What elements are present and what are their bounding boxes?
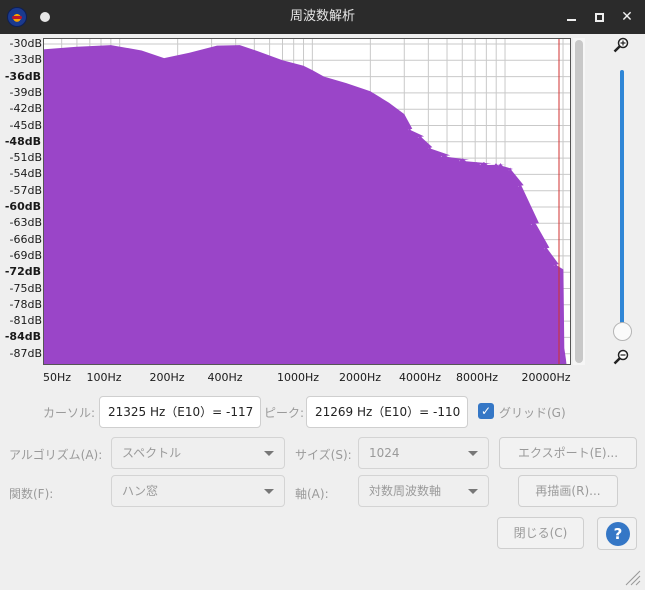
y-tick-label: -66dB	[9, 232, 43, 246]
peak-field[interactable]: 21269 Hz（E10）= -110	[306, 396, 468, 428]
chevron-down-icon	[468, 451, 478, 456]
algorithm-label: アルゴリズム(A):	[9, 448, 103, 462]
y-tick-label: -54dB	[9, 167, 43, 181]
x-tick-label: 400Hz	[207, 371, 243, 384]
window-title: 周波数解析	[289, 9, 355, 24]
zoom-out-icon[interactable]	[613, 349, 629, 365]
y-tick-label: -39dB	[9, 85, 43, 99]
y-tick-label: -33dB	[9, 53, 43, 67]
axis-select[interactable]: 対数周波数軸	[358, 475, 489, 507]
chevron-down-icon	[264, 451, 274, 456]
y-tick-label: -57dB	[9, 183, 43, 197]
zoom-slider-track[interactable]	[620, 70, 624, 324]
algorithm-value: スペクトル	[122, 446, 182, 460]
axis-value: 対数周波数軸	[369, 484, 442, 498]
chevron-down-icon	[468, 489, 478, 494]
y-tick-label: -81dB	[9, 314, 43, 328]
function-value: ハン窓	[122, 484, 159, 498]
y-tick-label: -30dB	[9, 37, 43, 50]
y-tick-label: -51dB	[9, 151, 43, 165]
grid-checkbox[interactable]: ✓	[478, 403, 494, 419]
chevron-down-icon	[264, 489, 274, 494]
y-tick-label: -45dB	[9, 118, 43, 132]
size-select[interactable]: 1024	[358, 437, 489, 469]
resize-grip-icon[interactable]	[621, 566, 641, 586]
title-bar: 周波数解析 ✕	[0, 0, 645, 34]
maximize-button[interactable]	[589, 7, 609, 27]
close-icon: ✕	[621, 9, 633, 25]
export-button[interactable]: エクスポート(E)...	[499, 437, 637, 469]
y-tick-label: -78dB	[9, 297, 43, 311]
x-tick-label: 8000Hz	[455, 371, 499, 384]
y-tick-label: -75dB	[9, 281, 43, 295]
x-tick-label: 2000Hz	[338, 371, 382, 384]
x-tick-label: 200Hz	[149, 371, 185, 384]
y-tick-label: -87dB	[9, 346, 43, 360]
y-tick-label: -36dB	[4, 69, 41, 83]
y-tick-label: -60dB	[4, 200, 41, 213]
grid-label: グリッド(G)	[499, 406, 566, 420]
scrollbar-thumb[interactable]	[575, 40, 583, 363]
x-tick-label: 1000Hz	[276, 371, 320, 384]
y-tick-label: -48dB	[4, 134, 41, 148]
algorithm-select[interactable]: スペクトル	[111, 437, 285, 469]
plot-vertical-scrollbar[interactable]	[573, 38, 585, 365]
size-value: 1024	[369, 446, 400, 460]
y-tick-label: -84dB	[4, 330, 41, 344]
zoom-in-icon[interactable]	[613, 37, 629, 53]
x-tick-label: 20000Hz	[521, 371, 571, 384]
cursor-field[interactable]: 21325 Hz（E10）= -117	[99, 396, 261, 428]
zoom-slider-handle[interactable]	[613, 322, 632, 341]
y-tick-label: -69dB	[9, 248, 43, 262]
peak-label: ピーク:	[264, 406, 305, 420]
axis-label: 軸(A):	[295, 487, 329, 501]
y-tick-label: -42dB	[9, 102, 43, 116]
size-label: サイズ(S):	[295, 448, 352, 462]
function-label: 関数(F):	[9, 487, 54, 501]
close-window-button[interactable]: ✕	[617, 7, 637, 27]
check-icon: ✓	[480, 404, 492, 418]
help-icon: ?	[606, 522, 630, 546]
close-button[interactable]: 閉じる(C)	[497, 517, 584, 549]
x-tick-label: 4000Hz	[398, 371, 442, 384]
minimize-button[interactable]	[561, 7, 581, 27]
minimize-icon	[566, 19, 576, 21]
x-tick-label: 100Hz	[86, 371, 122, 384]
function-select[interactable]: ハン窓	[111, 475, 285, 507]
x-tick-label: 50Hz	[42, 371, 72, 384]
maximize-icon	[594, 12, 604, 22]
help-button[interactable]: ?	[597, 517, 637, 550]
y-tick-label: -63dB	[9, 216, 43, 230]
cursor-label: カーソル:	[43, 406, 96, 420]
replot-button[interactable]: 再描画(R)...	[518, 475, 618, 507]
y-tick-label: -72dB	[4, 265, 41, 279]
spectrum-plot[interactable]	[43, 38, 571, 365]
